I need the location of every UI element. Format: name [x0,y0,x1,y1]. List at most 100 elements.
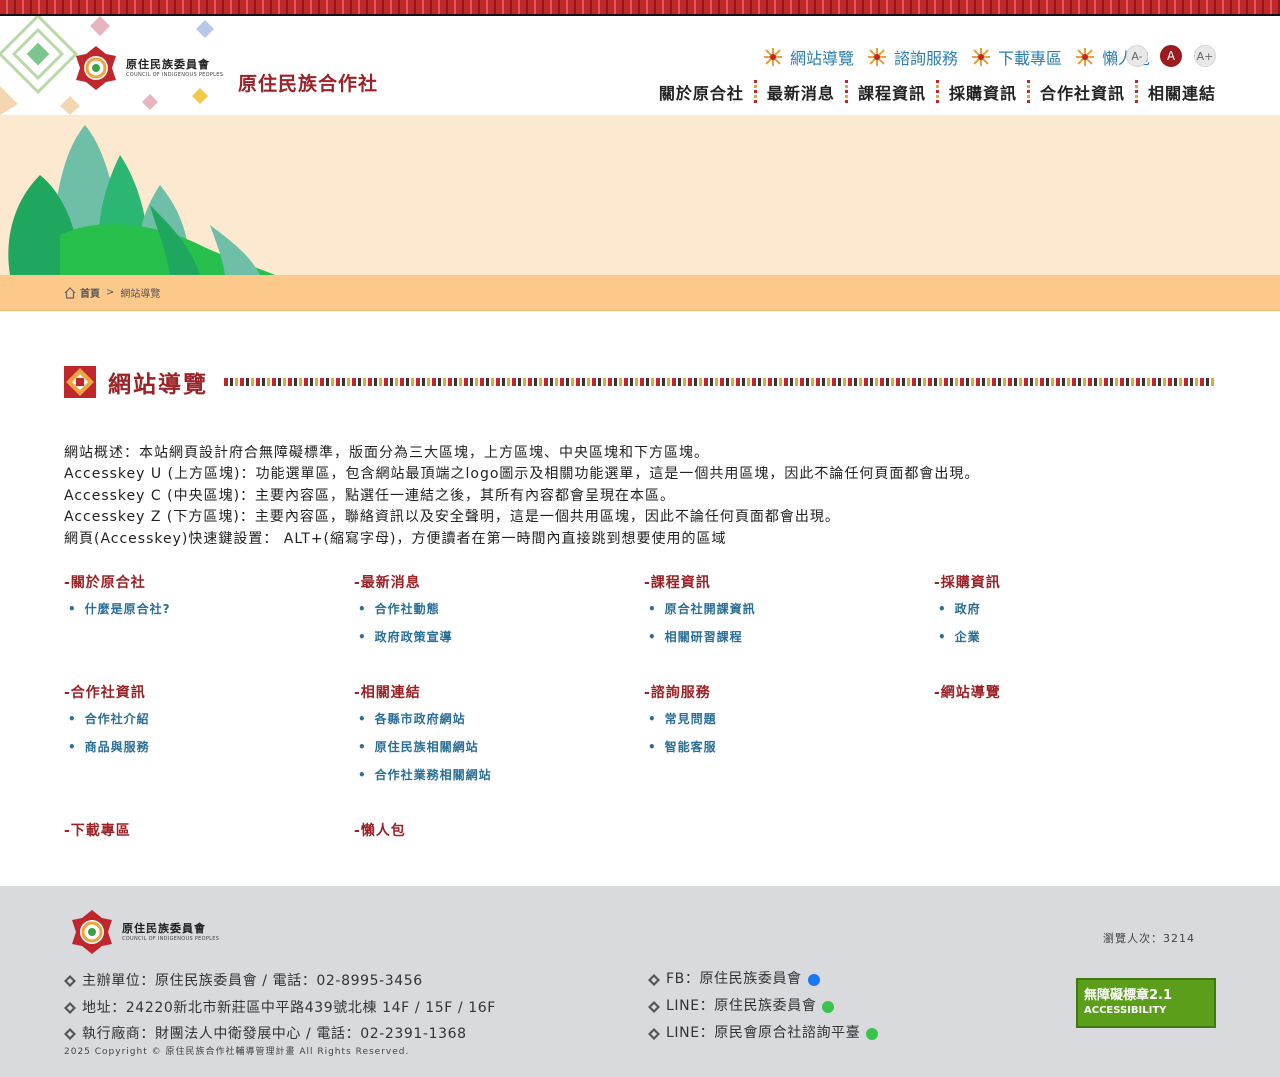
category-title[interactable]: -諮詢服務 [644,682,934,702]
nav-separator [844,80,848,104]
sitemap-category: -合作社資訊 合作社介紹 商品與服務 [64,682,354,794]
sitemap-link[interactable]: 合作社介紹 [68,710,354,727]
top-link-sitemap[interactable]: 網站導覽 [763,45,854,69]
top-link-consulting[interactable]: 諮詢服務 [867,45,958,69]
agency-logo-icon [76,46,116,90]
line-icon [866,1027,879,1040]
main-nav: 關於原合社 最新消息 課程資訊 採購資訊 合作社資訊 相關連結 [659,80,1216,104]
sun-pattern-icon [971,48,990,66]
breadcrumb-home[interactable]: 首頁 [64,285,100,300]
intro-line: 網頁(Accesskey)快速鍵設置： ALT+(縮寫字母)，方便讀者在第一時間… [64,530,727,547]
intro-line: Accesskey Z (下方區塊)：主要內容區，聯絡資訊以及安全聲明，這是一個… [64,509,840,526]
diamond-icon [648,973,660,986]
diamond-icon [64,1001,76,1014]
sitemap-link[interactable]: 合作社業務相關網站 [358,766,644,783]
category-title[interactable]: -相關連結 [354,682,644,702]
footer-line-consult-link[interactable]: LINE：原民會原合社諮詢平臺 [648,1020,879,1047]
intro-line: Accesskey C (中央區塊)：主要內容區，點選任一連結之後，其所有內容都… [64,487,676,504]
font-size-medium-button[interactable]: A [1160,45,1182,67]
site-footer: 原住民族委員會 COUNCIL OF INDIGENOUS PEOPLES 主辦… [0,886,1280,1077]
tribal-pattern-icon [64,366,96,398]
nav-separator [1134,80,1138,104]
footer-fb-link[interactable]: FB：原住民族委員會 [648,966,878,993]
category-title[interactable]: -課程資訊 [644,572,934,592]
badge-title: 無障礙標章2.1 [1084,988,1173,1003]
nav-separator [1026,80,1030,104]
category-title[interactable]: -網站導覽 [934,682,1224,702]
breadcrumb-current: 網站導覽 [120,289,161,300]
font-size-large-button[interactable]: A+ [1194,45,1216,67]
main-content: 網站導覽 網站概述：本站網頁設計府合無障礙標準，版面分為三大區塊，上方區塊、中央… [0,311,1280,871]
site-title[interactable]: 原住民族合作社 [238,69,378,96]
sitemap-category: -諮詢服務 常見問題 智能客服 [644,682,934,794]
category-title[interactable]: -採購資訊 [934,572,1224,592]
sitemap-category: -課程資訊 原合社開課資訊 相關研習課程 [644,572,934,656]
sitemap-category: -最新消息 合作社動態 政府政策宣導 [354,572,644,656]
sitemap-category: -關於原合社 什麼是原合社? [64,572,354,656]
agency-logo-icon [72,910,112,954]
nav-courses[interactable]: 課程資訊 [858,80,926,104]
logo-chinese-name: 原住民族委員會 [126,57,210,71]
footer-logo-chinese-name: 原住民族委員會 [122,921,206,935]
diamond-icon [648,1027,660,1040]
nav-about[interactable]: 關於原合社 [659,80,744,104]
footer-social-links: FB：原住民族委員會 LINE：原住民族委員會 LINE：原民會原合社諮詢平臺 [648,966,879,1047]
diamond-icon [64,975,76,988]
accessibility-badge[interactable]: 無障礙標章2.1 ACCESSIBILITY [1076,978,1216,1028]
sitemap-intro: 網站概述：本站網頁設計府合無障礙標準，版面分為三大區塊，上方區塊、中央區塊和下方… [64,443,1216,550]
footer-organizer: 主辦單位：原住民族委員會 / 電話：02-8995-3456 [82,973,423,989]
category-title[interactable]: -懶人包 [354,820,644,840]
category-title[interactable]: -關於原合社 [64,572,354,592]
sitemap-link[interactable]: 企業 [938,628,1224,645]
sitemap-category: -下載專區 [64,820,354,840]
top-link-downloads[interactable]: 下載專區 [971,45,1062,69]
nav-cooperatives[interactable]: 合作社資訊 [1040,80,1125,104]
page-banner [0,115,1280,275]
sitemap-link[interactable]: 政府 [938,600,1224,617]
page-title: 網站導覽 [108,372,208,398]
sun-pattern-icon [1075,48,1094,66]
nav-links[interactable]: 相關連結 [1148,80,1216,104]
home-icon [64,286,76,299]
footer-logo-english-name: COUNCIL OF INDIGENOUS PEOPLES [122,935,220,942]
diamond-icon [648,1000,660,1013]
category-title[interactable]: -最新消息 [354,572,644,592]
sitemap-category: -採購資訊 政府 企業 [934,572,1224,656]
line-icon [822,1000,835,1013]
footer-line-link[interactable]: LINE：原住民族委員會 [648,993,878,1020]
category-title[interactable]: -下載專區 [64,820,354,840]
breadcrumb: 首頁 > 網站導覽 [0,275,1280,311]
site-header: 原住民族委員會 COUNCIL OF INDIGENOUS PEOPLES 原住… [0,16,1280,115]
sitemap-link[interactable]: 原合社開課資訊 [648,600,934,617]
sitemap-link[interactable]: 常見問題 [648,710,934,727]
sitemap-link[interactable]: 什麼是原合社? [68,600,354,617]
decorative-dotted-line [224,378,1216,386]
sitemap-link[interactable]: 相關研習課程 [648,628,934,645]
sitemap-link[interactable]: 各縣市政府網站 [358,710,644,727]
agency-logo[interactable]: 原住民族委員會 COUNCIL OF INDIGENOUS PEOPLES [72,44,223,92]
visit-counter: 瀏覽人次：3214 [1103,932,1195,945]
sitemap-link[interactable]: 合作社動態 [358,600,644,617]
copyright: 2025 Copyright © 原住民族合作社輔導管理計畫 All Right… [64,1047,410,1057]
footer-logo[interactable]: 原住民族委員會 COUNCIL OF INDIGENOUS PEOPLES [68,908,219,956]
sitemap-category: -懶人包 [354,820,644,840]
nav-news[interactable]: 最新消息 [767,80,835,104]
intro-line: Accesskey U (上方區塊)：功能選單區，包含網站最頂端之logo圖示及… [64,466,980,483]
page-heading: 網站導覽 [64,365,1216,399]
nav-procurement[interactable]: 採購資訊 [949,80,1017,104]
sitemap-category: -相關連結 各縣市政府網站 原住民族相關網站 合作社業務相關網站 [354,682,644,794]
sitemap-link[interactable]: 商品與服務 [68,738,354,755]
sitemap-link[interactable]: 原住民族相關網站 [358,738,644,755]
sitemap-link[interactable]: 智能客服 [648,738,934,755]
sitemap-link[interactable]: 政府政策宣導 [358,628,644,645]
breadcrumb-separator: > [106,287,115,298]
top-pattern-band [0,0,1280,16]
category-title[interactable]: -合作社資訊 [64,682,354,702]
facebook-icon [807,973,820,986]
footer-address: 地址：24220新北市新莊區中平路439號北棟 14F / 15F / 16F [82,999,496,1016]
nav-separator [753,80,757,104]
font-size-controls: A- A A+ [1126,45,1216,67]
font-size-small-button[interactable]: A- [1126,45,1148,67]
sun-pattern-icon [867,48,886,66]
sun-pattern-icon [763,48,782,66]
